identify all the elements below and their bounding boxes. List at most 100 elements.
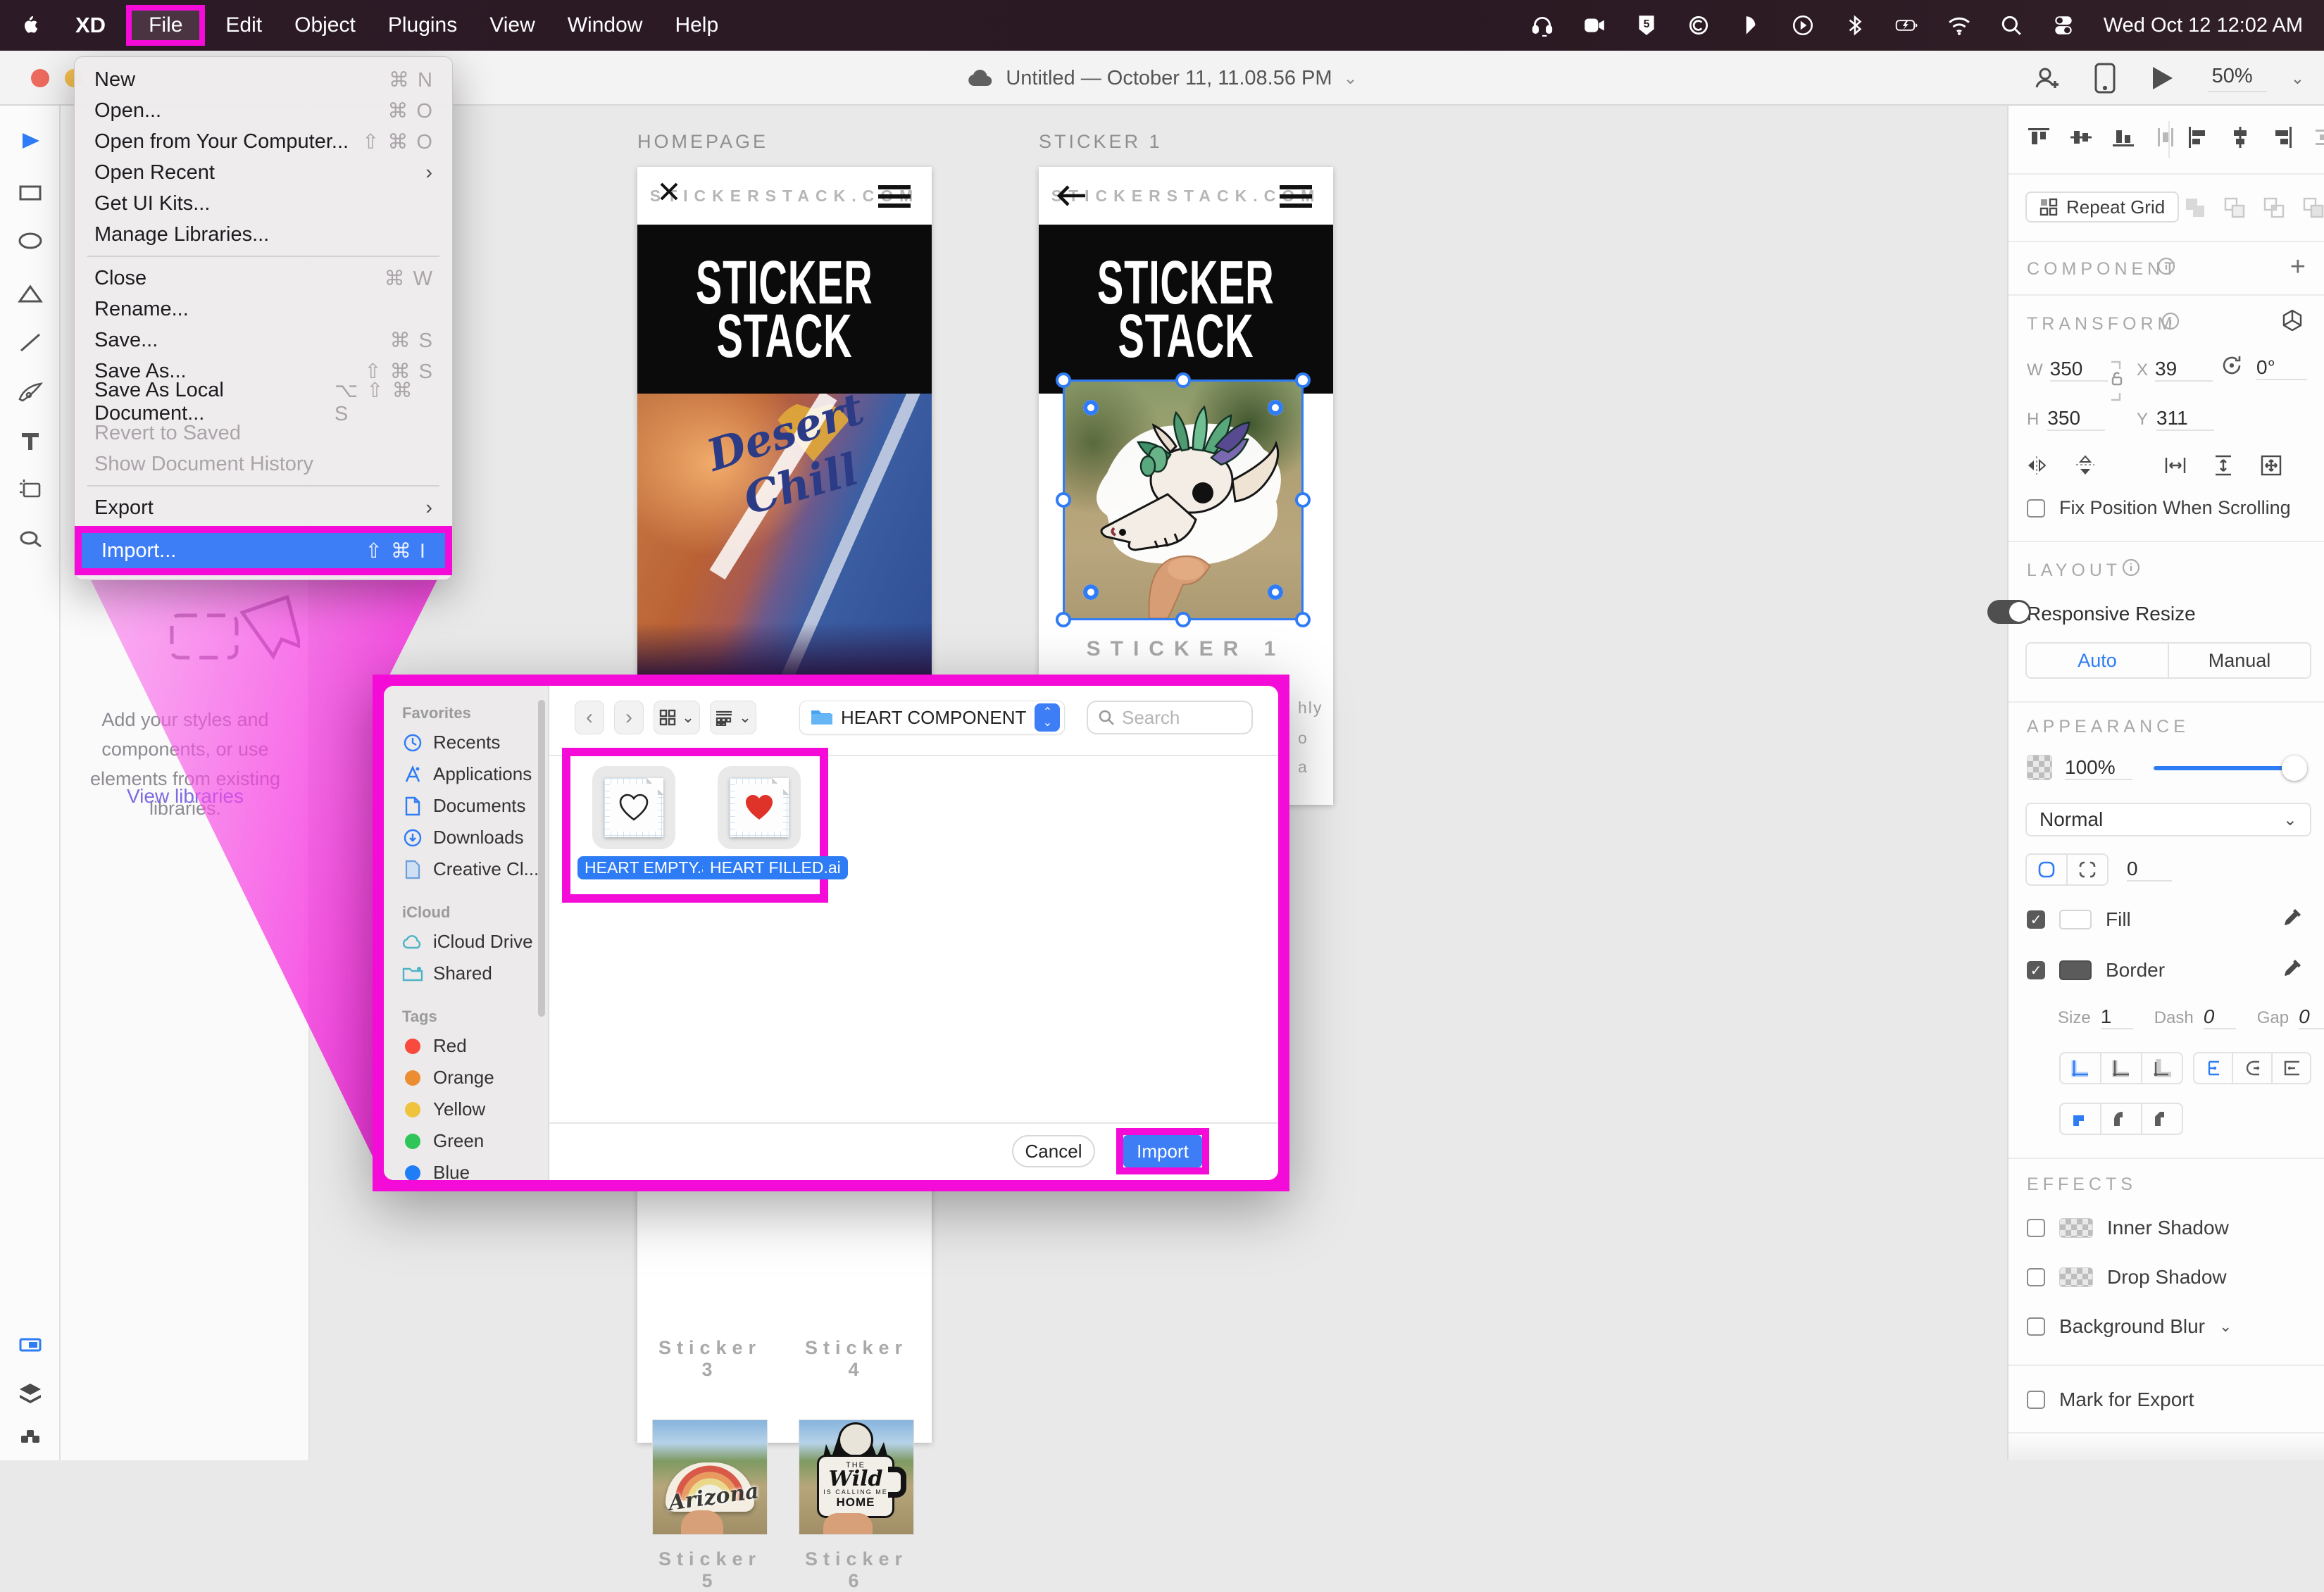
group-view-button[interactable]: ⌄ (710, 701, 756, 734)
creative-cloud-icon[interactable] (1687, 13, 1711, 37)
y-input[interactable]: 311 (2156, 407, 2214, 431)
dash-input[interactable]: 0 (2204, 1005, 2236, 1029)
import-button[interactable]: Import (1123, 1135, 1202, 1167)
menu-object[interactable]: Object (294, 13, 356, 37)
hamburger-menu-icon[interactable] (878, 185, 911, 213)
spotlight-search-icon[interactable] (1999, 13, 2023, 37)
resize-handle[interactable] (1056, 372, 1071, 388)
play-prototype-icon[interactable] (2150, 65, 2174, 91)
add-component-button[interactable]: + (2290, 252, 2306, 282)
back-button[interactable]: ‹ (575, 701, 604, 734)
notch-icon[interactable] (1739, 13, 1763, 37)
device-preview-icon[interactable] (2094, 63, 2116, 94)
flip-horizontal-icon[interactable] (2025, 453, 2049, 477)
menu-plugins[interactable]: Plugins (388, 13, 457, 37)
rotate-icon[interactable] (2220, 353, 2244, 377)
line-tool[interactable] (0, 322, 61, 362)
menu-item-close[interactable]: Close⌘ W (75, 263, 452, 294)
plugins-panel-icon[interactable] (0, 1419, 61, 1459)
corner-radius-handle[interactable] (1268, 584, 1283, 600)
polygon-tool[interactable] (0, 275, 61, 314)
info-icon[interactable] (2121, 558, 2141, 577)
join-round-button[interactable] (2101, 1104, 2142, 1134)
rectangle-tool[interactable] (0, 173, 61, 213)
ellipse-tool[interactable] (0, 221, 61, 261)
wifi-icon[interactable] (1947, 13, 1971, 37)
fix-size-icon[interactable] (2259, 453, 2283, 477)
sticker5-photo[interactable]: Arizona (653, 1420, 767, 1534)
search-input[interactable] (1122, 707, 1227, 729)
border-checkbox[interactable]: ✓ (2027, 961, 2045, 979)
border-eyedropper-icon[interactable] (2282, 958, 2303, 979)
mark-for-export-checkbox[interactable] (2027, 1391, 2045, 1409)
sticker6-photo[interactable]: THE Wild IS CALLING ME HOME (799, 1420, 913, 1534)
uniform-radius-button[interactable] (2027, 855, 2068, 884)
flip-vertical-icon[interactable] (2073, 453, 2097, 477)
gap-input[interactable]: 0 (2299, 1005, 2324, 1029)
hamburger-menu-icon[interactable] (1280, 185, 1312, 213)
layers-panel-icon[interactable] (0, 1373, 61, 1412)
bool-add-icon[interactable] (2183, 196, 2207, 220)
align-middle-icon[interactable] (2069, 125, 2093, 149)
resize-handle[interactable] (1175, 372, 1191, 388)
join-bevel-button[interactable] (2142, 1104, 2182, 1134)
sidebar-tag-yellow[interactable]: Yellow (384, 1093, 548, 1125)
icon-view-button[interactable]: ⌄ (654, 701, 700, 734)
fill-eyedropper-icon[interactable] (2282, 907, 2303, 928)
rotation-input[interactable]: 0° (2256, 356, 2307, 380)
bool-subtract-icon[interactable] (2223, 196, 2247, 220)
menu-item-import[interactable]: Import...⇧ ⌘ I (82, 533, 445, 568)
cap-butt-button[interactable] (2194, 1053, 2233, 1083)
height-input[interactable]: 350 (2047, 407, 2105, 431)
info-icon[interactable] (2156, 256, 2176, 276)
sidebar-tag-blue[interactable]: Blue (384, 1157, 548, 1180)
resize-handle[interactable] (1175, 612, 1191, 627)
zoom-level-control[interactable]: 50% ⌄ (2208, 65, 2304, 92)
fix-width-icon[interactable] (2163, 453, 2187, 477)
sidebar-tag-red[interactable]: Red (384, 1030, 548, 1062)
selected-image[interactable] (1063, 380, 1304, 620)
fill-checkbox[interactable]: ✓ (2027, 910, 2045, 929)
artboard-label-homepage[interactable]: HOMEPAGE (637, 131, 768, 153)
menu-item-open-from-computer[interactable]: Open from Your Computer...⇧ ⌘ O (75, 126, 452, 157)
width-input[interactable]: 350 (2050, 358, 2108, 382)
menu-item-export[interactable]: Export› (75, 492, 452, 523)
align-top-icon[interactable] (2027, 125, 2051, 149)
align-left-icon[interactable] (2186, 125, 2210, 149)
pen-tool[interactable] (0, 372, 61, 411)
fix-height-icon[interactable] (2211, 453, 2235, 477)
stroke-center-button[interactable] (2101, 1053, 2142, 1083)
3d-transform-icon[interactable] (2280, 308, 2304, 332)
shield-5-icon[interactable]: 5 (1635, 13, 1658, 37)
zoom-tool[interactable] (0, 520, 61, 559)
search-field[interactable] (1087, 701, 1253, 734)
chevron-down-icon[interactable]: ⌄ (2219, 1317, 2232, 1336)
opacity-slider[interactable] (2154, 766, 2294, 770)
menu-view[interactable]: View (489, 13, 535, 37)
menu-item-save[interactable]: Save...⌘ S (75, 325, 452, 356)
drop-shadow-checkbox[interactable] (2027, 1268, 2045, 1286)
responsive-resize-toggle[interactable] (1987, 600, 2031, 624)
video-camera-icon[interactable] (1582, 13, 1606, 37)
distribute-horizontal-icon[interactable] (2313, 125, 2324, 149)
assets-panel-icon[interactable] (0, 1325, 61, 1365)
stroke-inner-button[interactable] (2061, 1053, 2101, 1083)
cancel-button[interactable]: Cancel (1012, 1135, 1095, 1167)
corner-radius-handle[interactable] (1083, 584, 1099, 600)
sidebar-item-icloud-drive[interactable]: iCloud Drive (384, 926, 548, 958)
sidebar-item-recents[interactable]: Recents (384, 727, 548, 758)
folder-stepper-icon[interactable]: ⌃⌄ (1035, 703, 1060, 732)
resize-handle[interactable] (1295, 492, 1311, 508)
resize-handle[interactable] (1295, 612, 1311, 627)
file-heart-filled[interactable]: HEART FILLED.ai (703, 766, 816, 879)
x-input[interactable]: 39 (2155, 358, 2213, 382)
headset-icon[interactable] (1530, 13, 1554, 37)
info-icon[interactable] (2161, 311, 2180, 331)
menu-edit[interactable]: Edit (225, 13, 262, 37)
menu-window[interactable]: Window (568, 13, 643, 37)
align-center-icon[interactable] (2228, 125, 2252, 149)
size-input[interactable]: 1 (2101, 1005, 2133, 1029)
apple-menu-icon[interactable] (21, 15, 39, 36)
menu-item-open[interactable]: Open...⌘ O (75, 95, 452, 126)
inner-shadow-checkbox[interactable] (2027, 1219, 2045, 1237)
